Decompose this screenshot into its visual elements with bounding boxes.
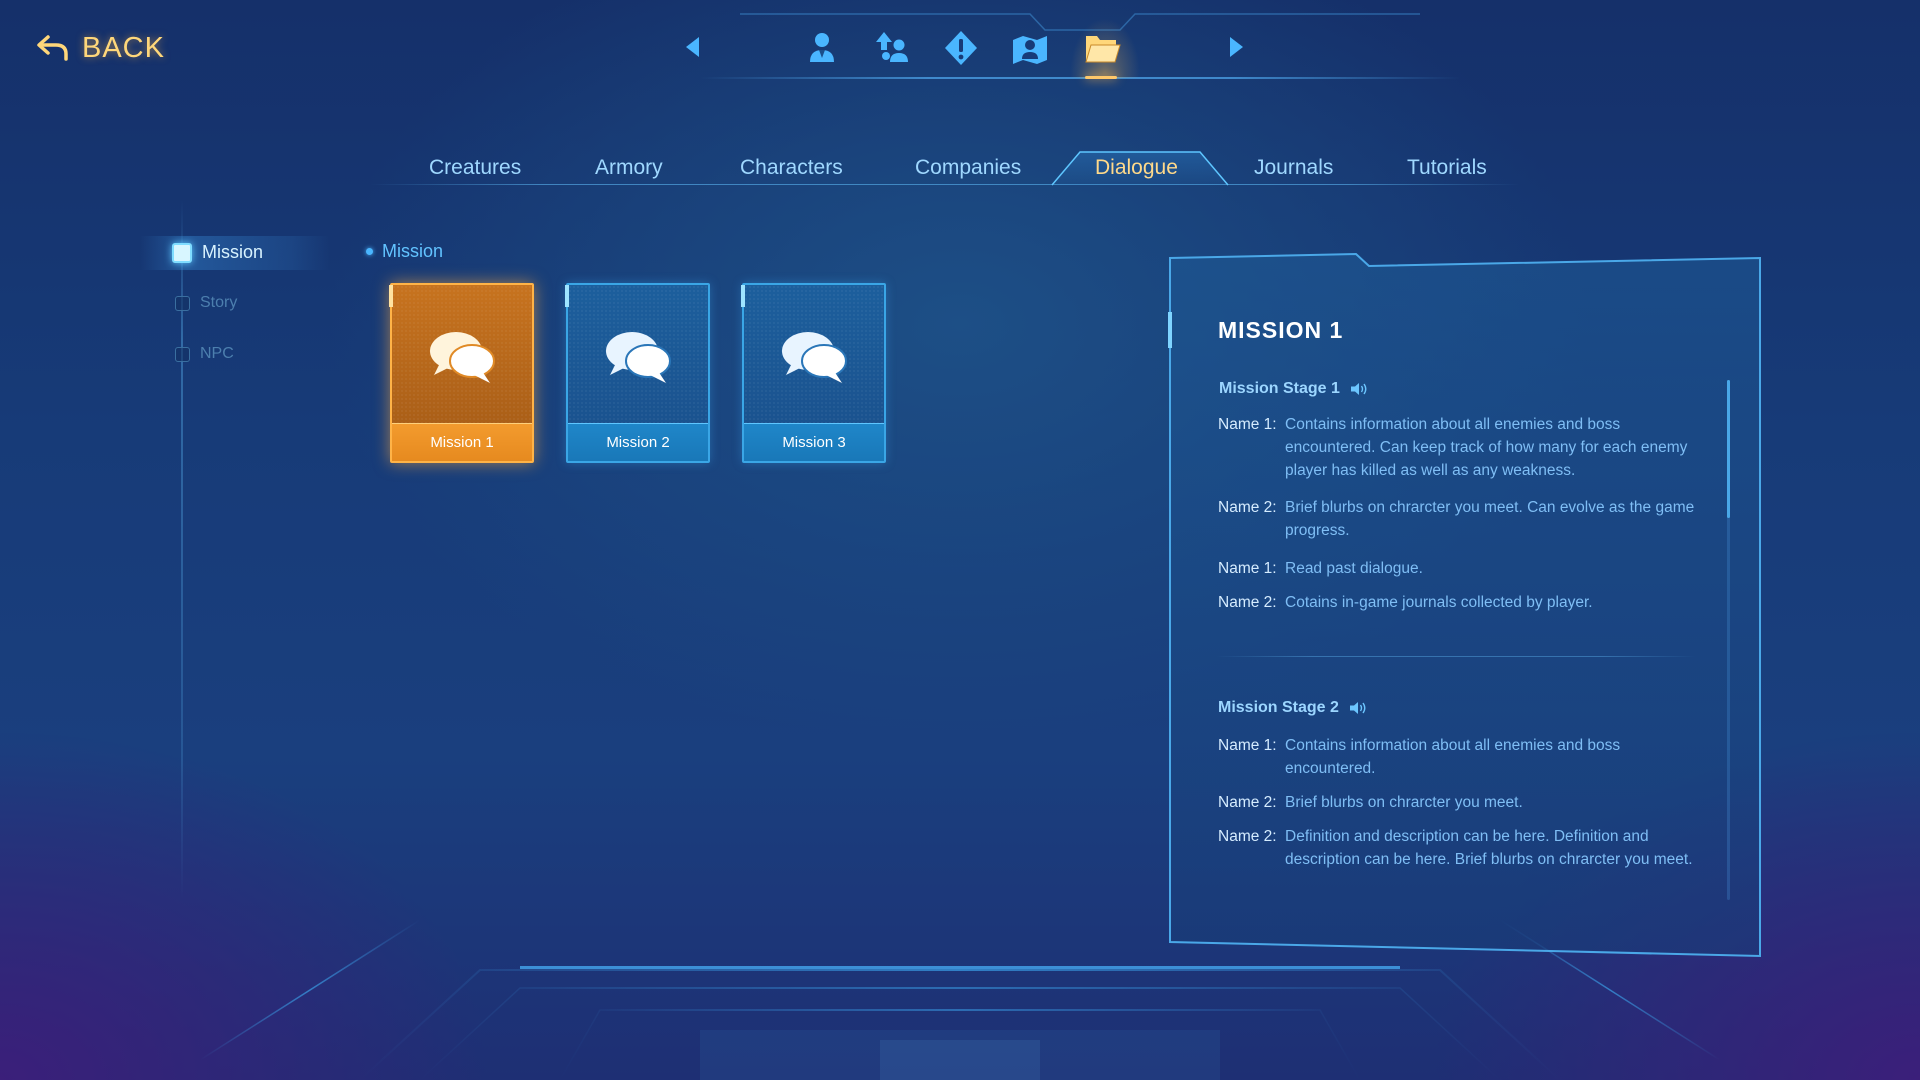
section-heading-label: Mission bbox=[382, 241, 444, 261]
dialogue-text: Definition and description can be here. … bbox=[1285, 828, 1693, 868]
sidebar-checkbox bbox=[175, 295, 190, 311]
chat-bubbles-icon bbox=[430, 332, 495, 383]
character-icon[interactable] bbox=[802, 28, 842, 68]
tab-tutorials[interactable]: Tutorials bbox=[1407, 156, 1487, 186]
dialogue-entry: Name 2: Definition and description can b… bbox=[1218, 825, 1705, 871]
speaker-name: Name 2: bbox=[1218, 794, 1277, 811]
map-icon[interactable] bbox=[1010, 28, 1050, 68]
dialogue-entry: Name 2: Cotains in-game journals collect… bbox=[1218, 591, 1705, 614]
dialogue-text: Contains information about all enemies a… bbox=[1285, 416, 1688, 479]
tab-journals[interactable]: Journals bbox=[1254, 156, 1333, 186]
card-tag bbox=[741, 285, 745, 307]
dialogue-text: Brief blurbs on chrarcter you meet. bbox=[1285, 794, 1523, 811]
bullet-icon bbox=[366, 248, 373, 255]
dialogue-text: Read past dialogue. bbox=[1285, 560, 1423, 577]
panel-scrollbar-thumb[interactable] bbox=[1727, 380, 1730, 518]
stage-1-heading: Mission Stage 1 bbox=[1219, 380, 1368, 398]
section-heading: Mission bbox=[366, 241, 443, 262]
card-label: Mission 3 bbox=[744, 423, 884, 461]
dialogue-entry: Name 2: Brief blurbs on chrarcter you me… bbox=[1218, 496, 1705, 542]
speaker-icon[interactable] bbox=[1350, 382, 1368, 396]
active-icon-underline bbox=[1085, 76, 1117, 79]
nav-next-arrow[interactable] bbox=[1230, 37, 1243, 57]
mission-card-1[interactable]: Mission 1 bbox=[389, 283, 534, 463]
card-label: Mission 2 bbox=[568, 423, 708, 461]
stage-title: Mission Stage 1 bbox=[1219, 380, 1340, 397]
sidebar-item-label: NPC bbox=[200, 345, 234, 362]
tab-companies[interactable]: Companies bbox=[915, 156, 1021, 186]
sidebar-item-mission[interactable]: Mission bbox=[172, 242, 263, 263]
tab-creatures[interactable]: Creatures bbox=[429, 156, 521, 186]
mission-card-3[interactable]: Mission 3 bbox=[741, 283, 886, 463]
sidebar-checkbox bbox=[175, 346, 190, 362]
dialogue-entry: Name 1: Contains information about all e… bbox=[1218, 413, 1705, 482]
back-label: BACK bbox=[82, 31, 165, 64]
folder-icon[interactable] bbox=[1082, 28, 1122, 68]
speaker-name: Name 1: bbox=[1218, 737, 1277, 754]
stage-title: Mission Stage 2 bbox=[1218, 699, 1339, 716]
back-button[interactable]: BACK bbox=[36, 28, 165, 68]
back-arrow-icon bbox=[37, 35, 68, 61]
speaker-name: Name 1: bbox=[1218, 560, 1277, 577]
tab-dialogue[interactable]: Dialogue bbox=[1095, 156, 1178, 186]
dialogue-text: Contains information about all enemies a… bbox=[1285, 737, 1621, 777]
sidebar-item-story[interactable]: Story bbox=[175, 294, 237, 312]
party-upgrade-icon[interactable] bbox=[872, 28, 912, 68]
speaker-name: Name 1: bbox=[1218, 416, 1277, 433]
speaker-name: Name 2: bbox=[1218, 499, 1277, 516]
tab-characters[interactable]: Characters bbox=[740, 156, 843, 186]
card-tag bbox=[389, 285, 393, 307]
sidebar-item-label: Story bbox=[200, 294, 238, 311]
tab-armory[interactable]: Armory bbox=[595, 156, 663, 186]
card-tag bbox=[565, 285, 569, 307]
sidebar-checkbox bbox=[172, 242, 192, 263]
dialogue-entry: Name 1: Read past dialogue. bbox=[1218, 557, 1705, 580]
panel-title: MISSION 1 bbox=[1218, 317, 1344, 343]
alert-icon[interactable] bbox=[941, 28, 981, 68]
speaker-name: Name 2: bbox=[1218, 828, 1277, 845]
chat-bubbles-icon bbox=[782, 332, 847, 383]
card-label: Mission 1 bbox=[392, 423, 532, 461]
mission-card-2[interactable]: Mission 2 bbox=[565, 283, 710, 463]
nav-prev-arrow[interactable] bbox=[686, 37, 699, 57]
speaker-icon[interactable] bbox=[1349, 701, 1367, 715]
dialogue-text: Cotains in-game journals collected by pl… bbox=[1285, 594, 1593, 611]
chat-bubbles-icon bbox=[606, 332, 671, 383]
dialogue-text: Brief blurbs on chrarcter you meet. Can … bbox=[1285, 499, 1695, 539]
stage-divider bbox=[1216, 656, 1696, 657]
sidebar-item-label: Mission bbox=[202, 242, 264, 262]
speaker-name: Name 2: bbox=[1218, 594, 1277, 611]
dialogue-entry: Name 1: Contains information about all e… bbox=[1218, 734, 1705, 780]
dialogue-entry: Name 2: Brief blurbs on chrarcter you me… bbox=[1218, 791, 1705, 814]
sidebar-item-npc[interactable]: NPC bbox=[175, 345, 234, 363]
stage-2-heading: Mission Stage 2 bbox=[1218, 699, 1367, 717]
